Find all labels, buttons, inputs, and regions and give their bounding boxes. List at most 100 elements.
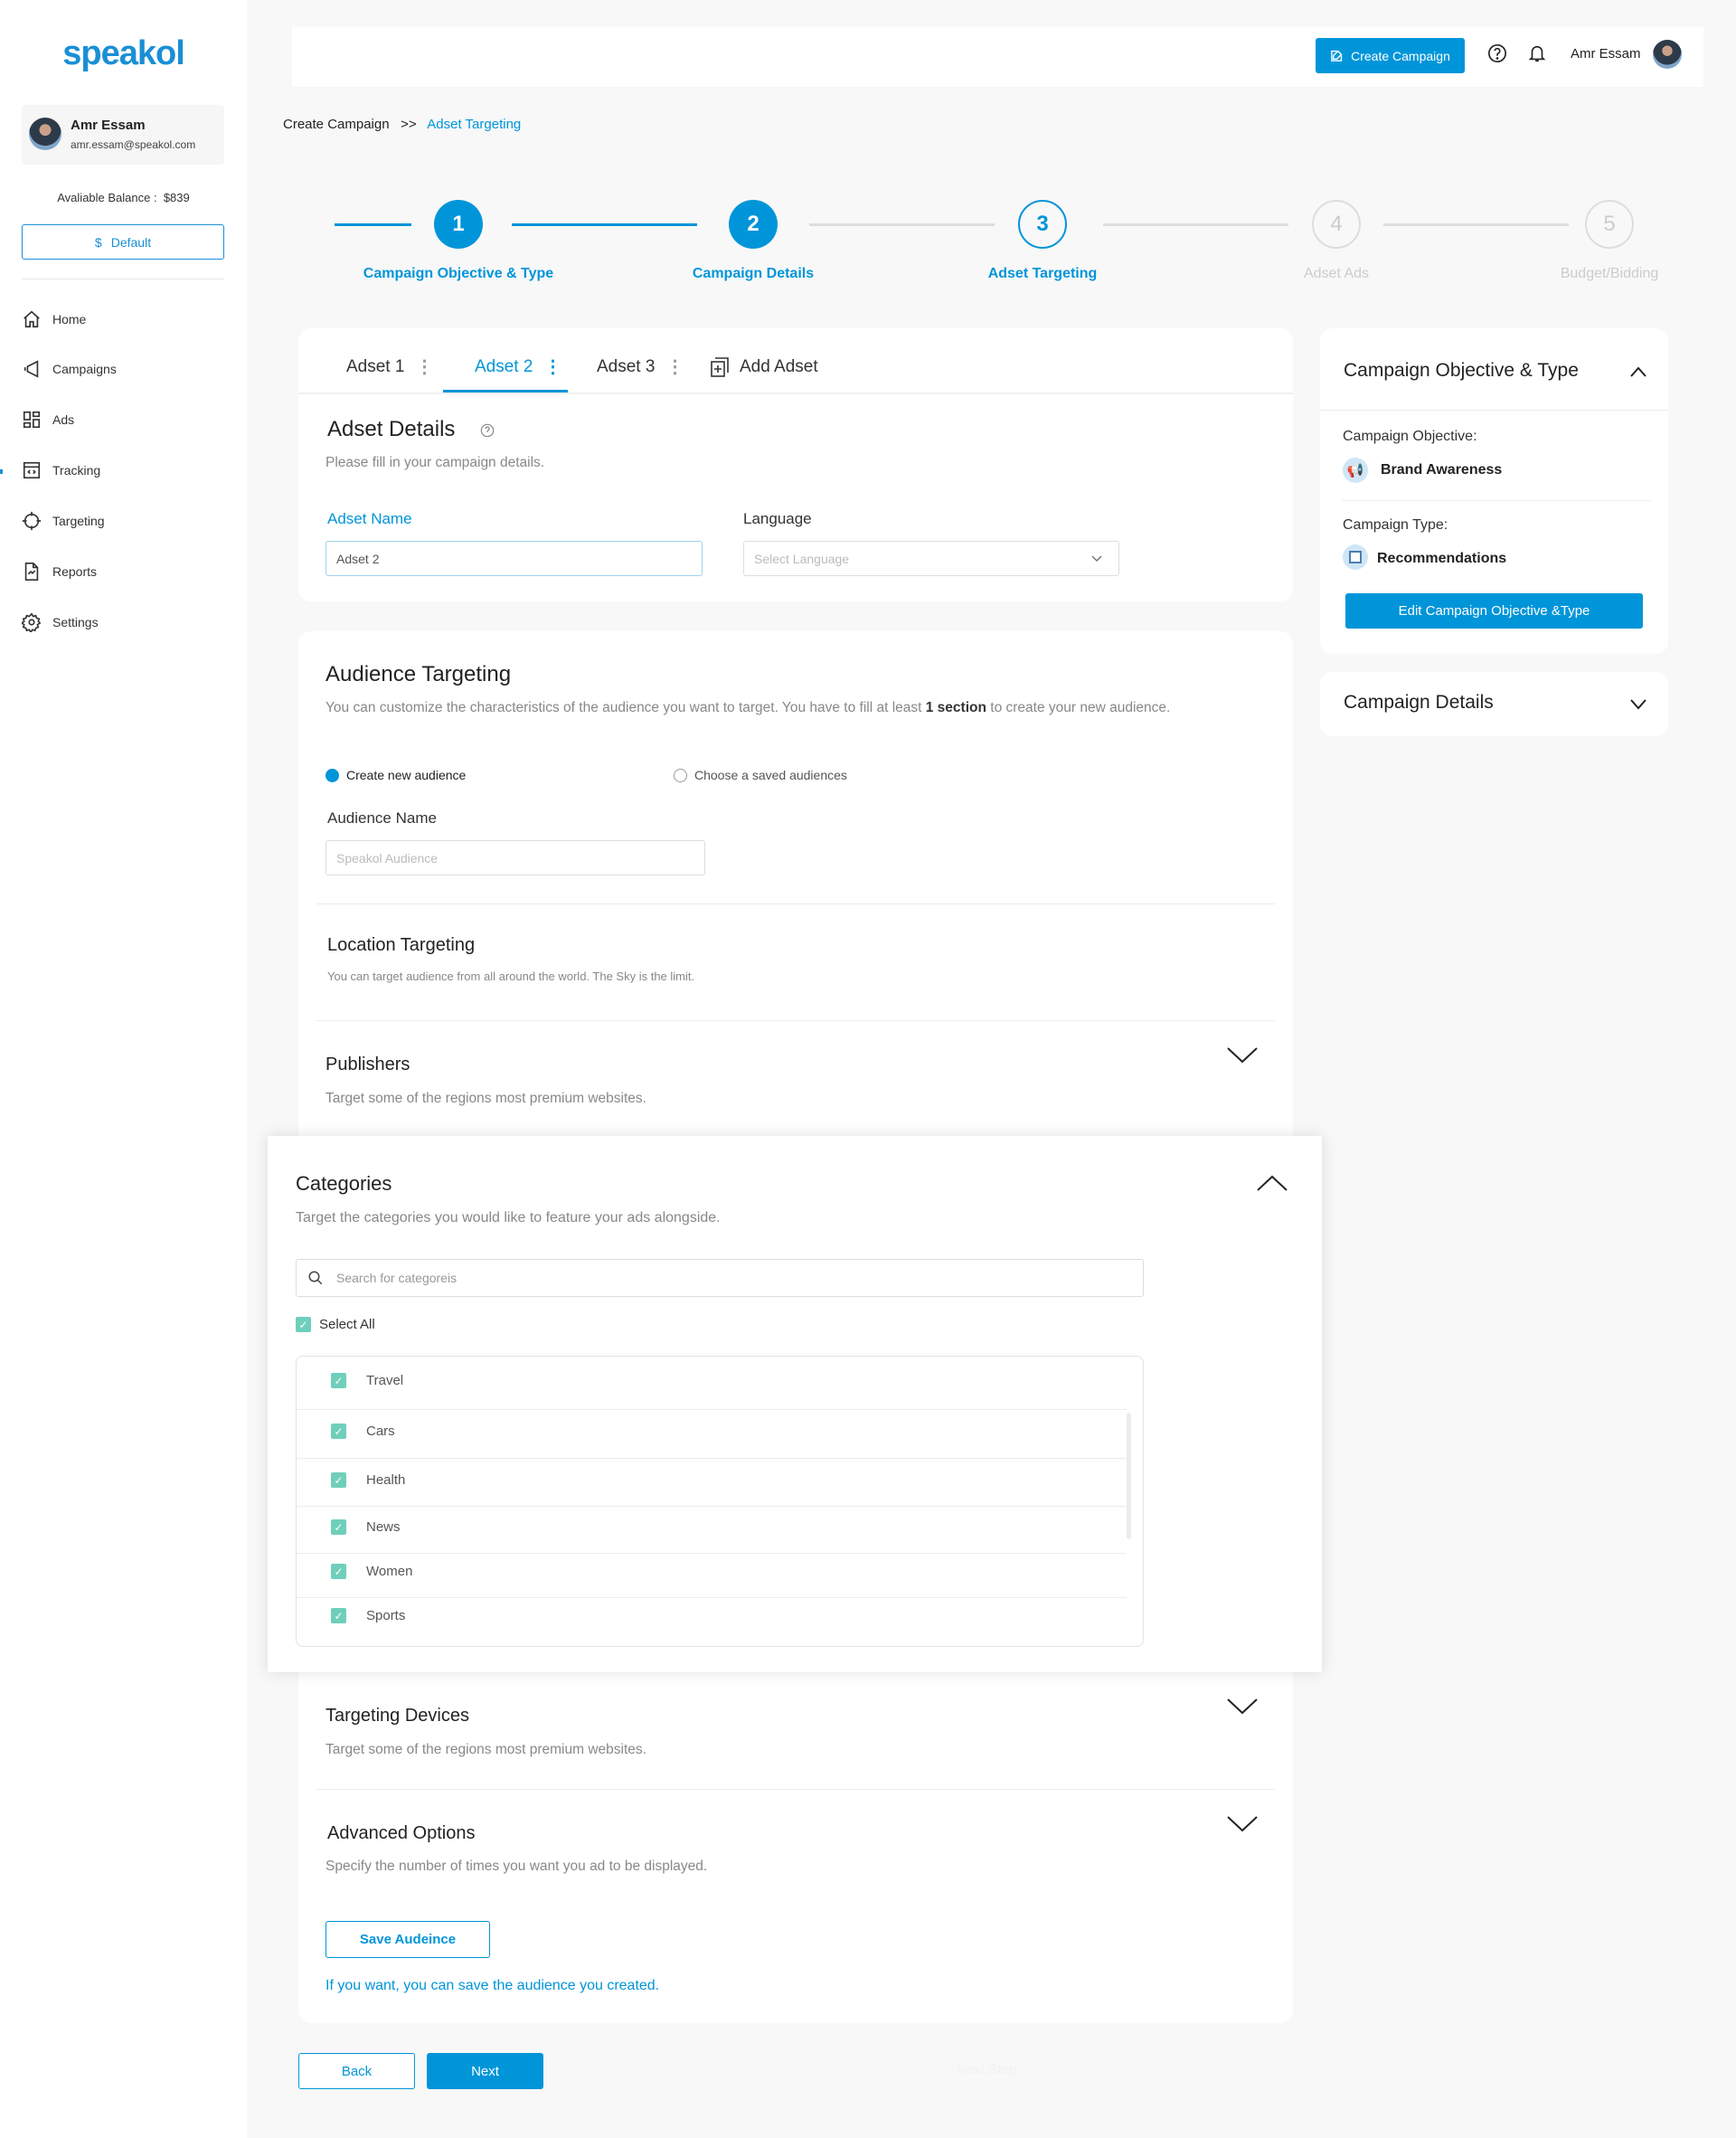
sidebar-item-label: Ads [52, 412, 75, 427]
divider [1342, 500, 1651, 501]
chevron-down-icon[interactable] [1629, 698, 1647, 711]
category-item-cars[interactable]: ✓ Cars [331, 1424, 395, 1439]
checkbox-checked-icon: ✓ [331, 1519, 346, 1535]
objective-value: Brand Awareness [1381, 462, 1503, 478]
sidebar-item-targeting[interactable]: Targeting [22, 510, 105, 532]
bell-icon[interactable] [1527, 43, 1547, 64]
more-vertical-icon[interactable]: ⋮ [415, 358, 433, 376]
language-select[interactable]: Select Language [743, 541, 1119, 576]
edit-objective-button[interactable]: Edit Campaign Objective &Type [1345, 593, 1643, 629]
radio-label: Create new audience [346, 768, 467, 782]
save-audience-button[interactable]: Save Audeince [326, 1921, 490, 1958]
category-item-sports[interactable]: ✓ Sports [331, 1608, 405, 1623]
type-label: Campaign Type: [1343, 517, 1448, 533]
more-vertical-icon[interactable]: ⋮ [665, 358, 684, 376]
sidebar-item-label: Campaigns [52, 362, 117, 376]
back-button[interactable]: Back [298, 2053, 415, 2089]
logo[interactable]: speakol [0, 34, 247, 73]
radio-create-new[interactable]: Create new audience [326, 768, 466, 782]
active-tab-underline [443, 390, 568, 393]
list-scrollbar[interactable] [1127, 1413, 1131, 1539]
radio-unselected-icon [674, 768, 687, 782]
devices-description: Target some of the regions most premium … [326, 1742, 646, 1757]
step-2-circle[interactable]: 2 [729, 200, 778, 249]
topbar-avatar[interactable] [1653, 40, 1682, 69]
crosshair-icon [22, 511, 42, 531]
chevron-down-icon[interactable] [1227, 1815, 1258, 1833]
step-line [809, 223, 995, 226]
chevron-up-icon[interactable] [1257, 1174, 1288, 1192]
step-1-label: Campaign Objective & Type [363, 266, 554, 281]
select-all-checkbox[interactable]: ✓ Select All [296, 1317, 375, 1332]
help-icon[interactable] [1487, 43, 1507, 63]
categories-title: Categories [296, 1172, 392, 1195]
radio-selected-icon [326, 768, 339, 782]
megaphone-icon: 📢 [1343, 458, 1368, 483]
step-line [335, 223, 411, 226]
step-4-label: Adset Ads [1303, 266, 1370, 281]
radio-label: Choose a saved audiences [694, 768, 847, 782]
step-1-circle[interactable]: 1 [434, 200, 483, 249]
chevron-down-icon[interactable] [1227, 1698, 1258, 1716]
balance: Avaliable Balance : $839 [0, 191, 247, 204]
breadcrumb-parent[interactable]: Create Campaign [283, 117, 390, 132]
divider [316, 1789, 1275, 1790]
next-button[interactable]: Next [427, 2053, 543, 2089]
audience-title: Audience Targeting [326, 662, 512, 686]
sidebar-item-label: Settings [52, 615, 99, 629]
categories-description: Target the categories you would like to … [296, 1210, 721, 1225]
tab-adset-2[interactable]: Adset 2 ⋮ [475, 357, 561, 377]
divider [316, 1020, 1275, 1021]
sidebar-item-tracking[interactable]: Tracking [22, 459, 100, 481]
category-item-health[interactable]: ✓ Health [331, 1472, 405, 1488]
step-5-circle: 5 [1585, 200, 1634, 249]
category-item-news[interactable]: ✓ News [331, 1519, 401, 1535]
account-default-button[interactable]: $ Default [22, 224, 224, 260]
row-divider [297, 1409, 1127, 1410]
sidebar-item-reports[interactable]: Reports [22, 561, 97, 582]
sidebar-item-campaigns[interactable]: Campaigns [22, 358, 117, 380]
topbar-user-name[interactable]: Amr Essam [1571, 46, 1641, 61]
adset-details-subtitle: Please fill in your campaign details. [326, 455, 545, 470]
tab-adset-1[interactable]: Adset 1 ⋮ [346, 357, 433, 377]
user-card[interactable]: Amr Essam amr.essam@speakol.com [22, 105, 224, 165]
publishers-description: Target some of the regions most premium … [326, 1091, 646, 1106]
advanced-title: Advanced Options [327, 1823, 476, 1843]
category-item-women[interactable]: ✓ Women [331, 1564, 412, 1579]
user-email: amr.essam@speakol.com [71, 138, 196, 151]
code-window-icon [23, 461, 41, 479]
adset-name-input[interactable]: Adset 2 [326, 541, 703, 576]
type-value: Recommendations [1377, 551, 1507, 566]
categories-panel: Categories Target the categories you wou… [268, 1136, 1322, 1672]
step-line [1103, 223, 1288, 226]
account-button-label: Default [110, 234, 152, 250]
audience-desc-text: You can customize the characteristics of… [326, 700, 926, 715]
audience-name-input[interactable]: Speakol Audience [326, 840, 705, 875]
more-vertical-icon[interactable]: ⋮ [543, 358, 561, 376]
category-item-travel[interactable]: ✓ Travel [331, 1373, 403, 1388]
info-icon[interactable] [480, 423, 495, 438]
sidebar-item-ads[interactable]: Ads [22, 409, 74, 430]
step-4-circle: 4 [1312, 200, 1361, 249]
objective-label: Campaign Objective: [1343, 429, 1477, 444]
sidebar-item-settings[interactable]: Settings [22, 611, 99, 633]
recommendations-icon [1343, 544, 1368, 570]
tab-label: Adset 3 [597, 357, 656, 376]
step-3-circle[interactable]: 3 [1018, 200, 1067, 249]
chevron-down-icon [1091, 555, 1102, 563]
category-search-input[interactable]: Search for categoreis [296, 1259, 1144, 1297]
tab-divider [298, 393, 1293, 394]
sidebar-item-home[interactable]: Home [22, 308, 86, 330]
search-icon [308, 1271, 323, 1285]
gear-icon [22, 612, 42, 632]
chevron-up-icon[interactable] [1629, 365, 1647, 378]
edit-icon [1331, 50, 1343, 61]
location-description: You can target audience from all around … [327, 970, 695, 983]
breadcrumb-current: Adset Targeting [427, 117, 522, 132]
chevron-down-icon[interactable] [1227, 1046, 1258, 1064]
tab-adset-3[interactable]: Adset 3 ⋮ [597, 357, 684, 377]
radio-choose-saved[interactable]: Choose a saved audiences [674, 768, 847, 782]
add-adset-button[interactable]: Add Adset [711, 357, 818, 377]
create-campaign-button[interactable]: Create Campaign [1316, 38, 1465, 73]
category-label: Sports [366, 1608, 406, 1623]
